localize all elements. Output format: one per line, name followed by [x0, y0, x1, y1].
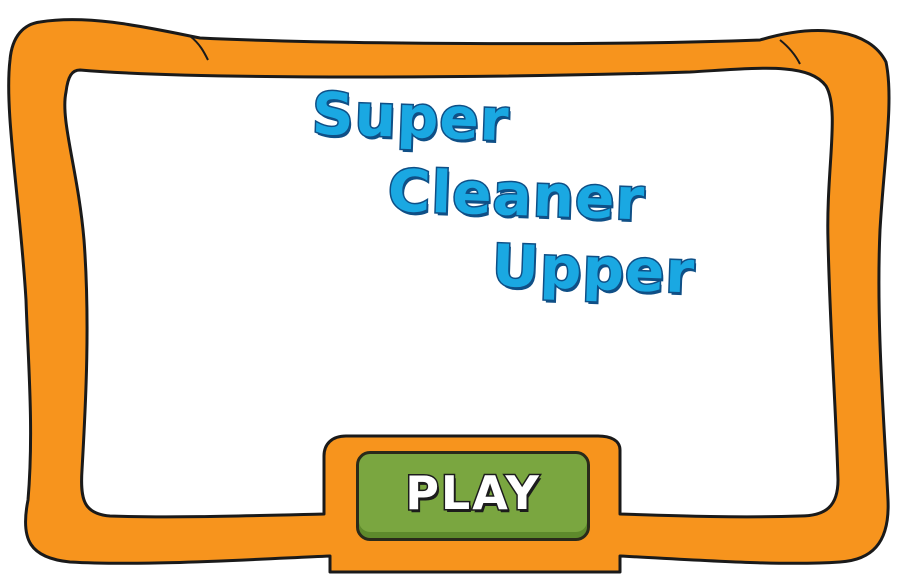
game-title-line-1: Super — [309, 78, 512, 156]
game-title-line-2: Cleaner — [385, 155, 647, 235]
title-screen: Super Cleaner Upper PLAY — [0, 0, 900, 580]
play-button-label: PLAY — [404, 465, 541, 522]
game-title-line-3: Upper — [489, 230, 697, 308]
play-button[interactable]: PLAY — [356, 451, 590, 541]
